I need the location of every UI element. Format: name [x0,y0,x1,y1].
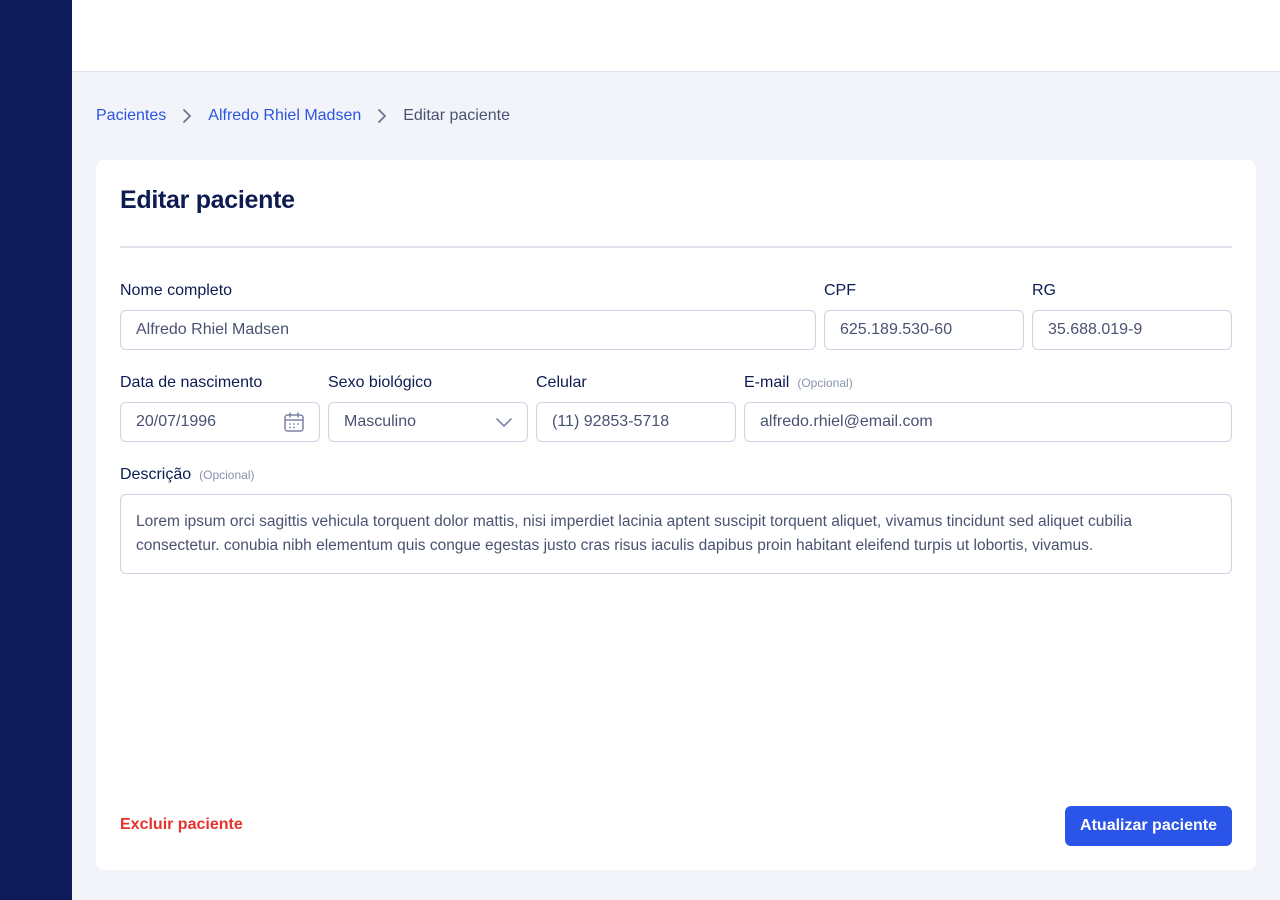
cpf-label: CPF [824,282,856,299]
nome-input[interactable]: Alfredo Rhiel Madsen [120,310,816,350]
celular-value: (11) 92853-5718 [552,413,670,430]
email-field-group: E-mail (Opcional) alfredo.rhiel@email.co… [744,374,1232,442]
nascimento-value: 20/07/1996 [136,413,217,430]
descricao-field-group: Descrição (Opcional) Lorem ipsum orci sa… [120,466,1232,574]
divider [120,246,1232,248]
nome-label: Nome completo [120,282,233,299]
email-label: E-mail [744,374,790,391]
nascimento-field-group: Data de nascimento 20/07/1996 [120,374,320,442]
cpf-value: 625.189.530-60 [840,321,953,338]
sexo-field-group: Sexo biológico Masculino [328,374,528,442]
sidebar [0,0,72,900]
celular-label: Celular [536,374,587,391]
cpf-input[interactable]: 625.189.530-60 [824,310,1024,350]
calendar-icon[interactable] [283,411,305,433]
rg-field-group: RG 35.688.019-9 [1032,282,1232,350]
chevron-right-icon [372,106,392,126]
descricao-label: Descrição [120,466,192,483]
nascimento-label: Data de nascimento [120,374,263,391]
descricao-value: Lorem ipsum orci sagittis vehicula torqu… [136,513,1132,554]
nome-value: Alfredo Rhiel Madsen [136,321,289,338]
celular-field-group: Celular (11) 92853-5718 [536,374,736,442]
breadcrumb-link-pacientes[interactable]: Pacientes [96,107,166,125]
sexo-select[interactable]: Masculino [328,402,528,442]
sexo-label: Sexo biológico [328,374,433,391]
nome-field-group: Nome completo Alfredo Rhiel Madsen [120,282,816,350]
top-bar [72,0,1280,72]
email-optional-hint: (Opcional) [797,376,853,390]
edit-patient-card: Editar paciente Nome completo Alfredo Rh… [96,160,1256,870]
breadcrumb: Pacientes Alfredo Rhiel Madsen Editar pa… [96,104,510,128]
breadcrumb-link-patient[interactable]: Alfredo Rhiel Madsen [208,107,361,125]
update-patient-button[interactable]: Atualizar paciente [1065,806,1232,846]
celular-input[interactable]: (11) 92853-5718 [536,402,736,442]
rg-value: 35.688.019-9 [1048,321,1143,338]
nascimento-input[interactable]: 20/07/1996 [120,402,320,442]
email-input[interactable]: alfredo.rhiel@email.com [744,402,1232,442]
page-title: Editar paciente [120,186,295,214]
email-value: alfredo.rhiel@email.com [760,413,933,430]
rg-input[interactable]: 35.688.019-9 [1032,310,1232,350]
chevron-down-icon [495,416,513,428]
rg-label: RG [1032,282,1056,299]
cpf-field-group: CPF 625.189.530-60 [824,282,1024,350]
sexo-value: Masculino [344,413,417,430]
descricao-optional-hint: (Opcional) [199,468,255,482]
breadcrumb-current: Editar paciente [403,107,510,124]
chevron-right-icon [177,106,197,126]
descricao-textarea[interactable]: Lorem ipsum orci sagittis vehicula torqu… [120,494,1232,574]
delete-patient-button[interactable]: Excluir paciente [120,816,243,834]
